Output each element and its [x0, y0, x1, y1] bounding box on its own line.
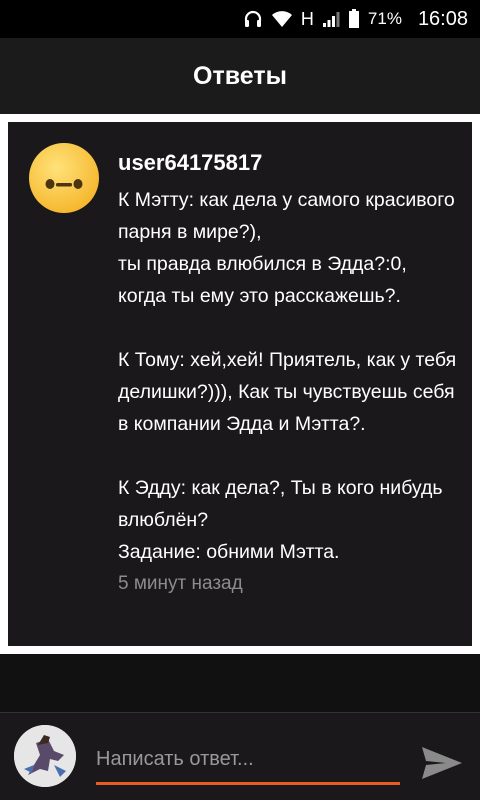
battery-icon — [348, 9, 360, 29]
status-bar: H 71% 16:08 — [0, 0, 480, 38]
network-type-label: H — [300, 8, 314, 29]
page-title: Ответы — [193, 61, 287, 90]
answer-body: user64175817 К Мэтту: как дела у самого … — [118, 148, 458, 598]
send-icon — [422, 747, 462, 779]
timestamp: 5 минут назад — [118, 573, 243, 594]
user-avatar[interactable] — [28, 142, 100, 214]
neutral-face-icon — [29, 143, 99, 213]
send-button[interactable] — [418, 743, 466, 783]
answer-card[interactable]: user64175817 К Мэтту: как дела у самого … — [0, 114, 480, 654]
status-bar-icons: H 71% 16:08 — [243, 0, 468, 38]
answer-text: К Мэтту: как дела у самого красивого пар… — [118, 189, 457, 563]
app-bar: Ответы — [0, 38, 480, 114]
battery-percent: 71% — [367, 9, 402, 28]
avatar-image-icon — [14, 725, 76, 787]
username[interactable]: user64175817 — [118, 148, 458, 178]
reply-composer — [0, 712, 480, 800]
clock: 16:08 — [417, 7, 468, 30]
my-avatar[interactable] — [14, 725, 76, 787]
next-item-peek — [0, 654, 480, 714]
signal-icon — [322, 10, 340, 28]
headphones-icon — [243, 9, 263, 29]
wifi-icon — [271, 10, 293, 28]
reply-input[interactable] — [96, 737, 400, 785]
